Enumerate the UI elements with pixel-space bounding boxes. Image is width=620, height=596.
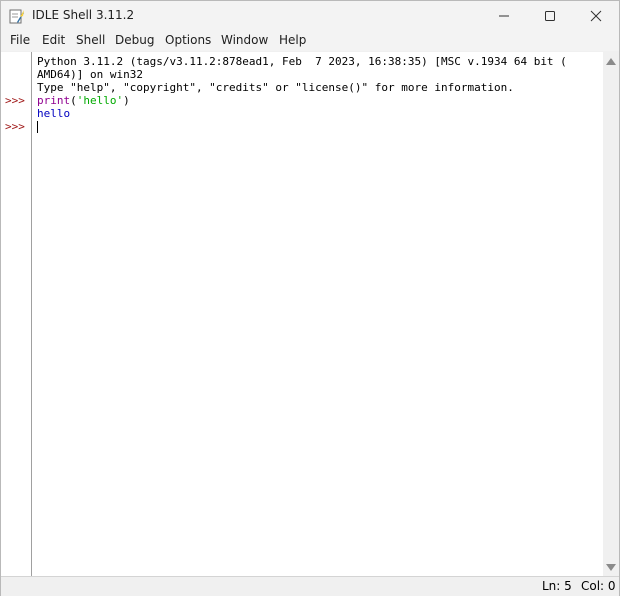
banner-line: AMD64)] on win32: [37, 68, 143, 81]
shell-editor[interactable]: >>> >>> Python 3.11.2 (tags/v3.11.2:878e…: [1, 52, 619, 576]
close-button[interactable]: [573, 1, 619, 31]
menu-window[interactable]: Window: [220, 33, 269, 47]
input-line: print('hello'): [37, 94, 130, 107]
banner-line: Python 3.11.2 (tags/v3.11.2:878ead1, Feb…: [37, 55, 567, 68]
menu-edit[interactable]: Edit: [41, 33, 66, 47]
prompt-gutter: >>> >>>: [1, 52, 32, 576]
string-literal: 'hello': [76, 94, 124, 107]
menu-shell[interactable]: Shell: [75, 33, 106, 47]
scroll-up-arrow-icon[interactable]: [606, 58, 616, 65]
menu-debug[interactable]: Debug: [114, 33, 155, 47]
menu-options[interactable]: Options: [164, 33, 212, 47]
prompt-marker: >>>: [5, 94, 25, 107]
menu-bar: File Edit Shell Debug Options Window Hel…: [1, 31, 619, 51]
minimize-button[interactable]: [481, 1, 527, 31]
line-number-status: Ln: 5: [542, 579, 572, 593]
close-icon: [590, 10, 602, 22]
status-bar: Ln: 5 Col: 0: [1, 576, 619, 596]
prompt-marker: >>>: [5, 120, 25, 133]
text-cursor: [37, 121, 38, 133]
menu-file[interactable]: File: [9, 33, 31, 47]
maximize-icon: [545, 11, 555, 21]
close-paren: ): [123, 94, 130, 107]
output-line: hello: [37, 107, 71, 120]
open-paren: (: [70, 94, 77, 107]
idle-shell-window: IDLE Shell 3.11.2 File Edit Shell Debug …: [0, 0, 620, 596]
banner-line: Type "help", "copyright", "credits" or "…: [37, 81, 514, 94]
vertical-scrollbar[interactable]: [603, 52, 619, 576]
column-number-status: Col: 0: [581, 579, 616, 593]
window-title: IDLE Shell 3.11.2: [32, 8, 135, 22]
shell-text-area[interactable]: Python 3.11.2 (tags/v3.11.2:878ead1, Feb…: [37, 52, 601, 576]
minimize-icon: [499, 15, 509, 17]
title-bar[interactable]: IDLE Shell 3.11.2: [1, 1, 619, 31]
idle-feather-icon: [9, 8, 25, 24]
scroll-thumb[interactable]: [607, 70, 615, 560]
builtin-print: print: [37, 94, 71, 107]
scroll-down-arrow-icon[interactable]: [606, 564, 616, 571]
maximize-button[interactable]: [527, 1, 573, 31]
menu-help[interactable]: Help: [278, 33, 307, 47]
